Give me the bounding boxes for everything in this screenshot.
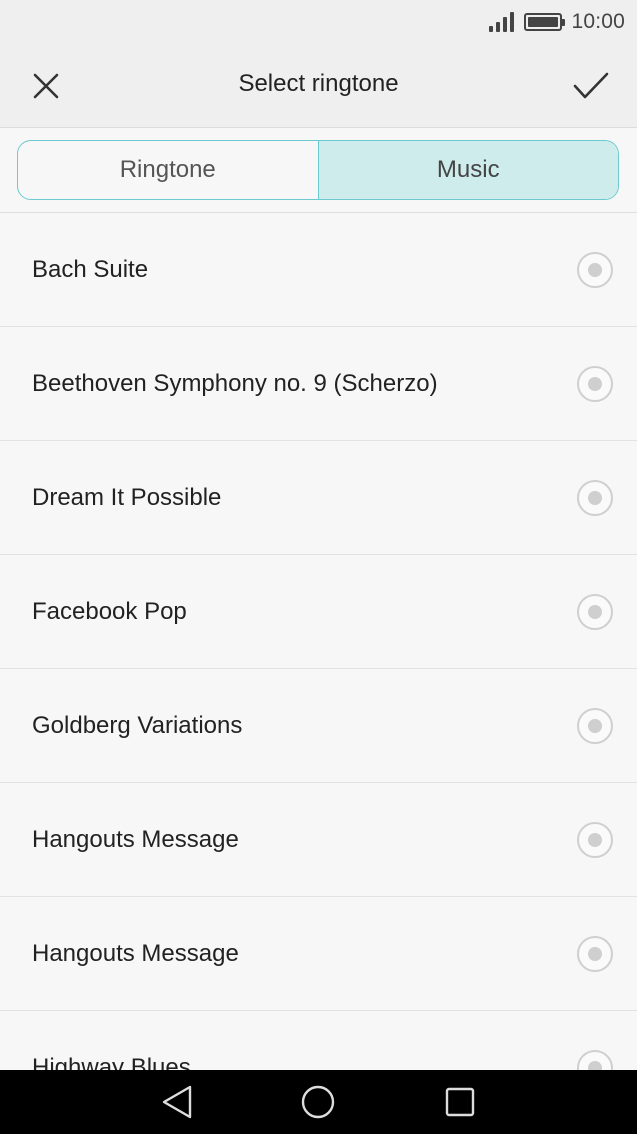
list-item[interactable]: Bach Suite: [0, 213, 637, 327]
list-item[interactable]: Beethoven Symphony no. 9 (Scherzo): [0, 327, 637, 441]
list-item-label: Bach Suite: [32, 255, 149, 283]
tab-group: Ringtone Music: [17, 140, 619, 200]
list-item-label: Highway Blues: [32, 1053, 191, 1071]
battery-icon: [524, 13, 566, 31]
list-item-label: Facebook Pop: [32, 597, 187, 625]
tab-ringtone[interactable]: Ringtone: [18, 141, 318, 199]
list-item-label: Hangouts Message: [32, 825, 239, 853]
status-time: 10:00: [571, 10, 625, 33]
title-bar: Select ringtone: [0, 44, 637, 128]
page-title: Select ringtone: [238, 70, 399, 97]
status-bar: 10:00: [0, 0, 637, 44]
list-item[interactable]: Dream It Possible: [0, 441, 637, 555]
list-item[interactable]: Hangouts Message: [0, 897, 637, 1011]
radio-button[interactable]: [577, 821, 613, 858]
radio-button[interactable]: [577, 479, 613, 516]
back-button[interactable]: [157, 1082, 197, 1122]
list-item-label: Dream It Possible: [32, 483, 222, 511]
home-button[interactable]: [298, 1082, 338, 1122]
radio-button[interactable]: [577, 707, 613, 744]
list-item[interactable]: Facebook Pop: [0, 555, 637, 669]
recent-apps-button[interactable]: [440, 1082, 480, 1122]
back-icon: [162, 1085, 192, 1119]
tab-music[interactable]: Music: [317, 141, 618, 199]
radio-button[interactable]: [577, 1049, 613, 1070]
signal-icon: [489, 12, 515, 32]
list-item-label: Goldberg Variations: [32, 711, 243, 739]
radio-button[interactable]: [577, 251, 613, 288]
list-item[interactable]: Hangouts Message: [0, 783, 637, 897]
check-icon: [573, 72, 609, 99]
radio-button[interactable]: [577, 365, 613, 402]
list-item-label: Hangouts Message: [32, 939, 239, 967]
list-item-label: Beethoven Symphony no. 9 (Scherzo): [32, 369, 438, 397]
list-item[interactable]: Goldberg Variations: [0, 669, 637, 783]
ringtone-list[interactable]: Bach Suite Beethoven Symphony no. 9 (Sch…: [0, 213, 637, 1070]
recent-apps-icon: [445, 1087, 475, 1117]
list-item[interactable]: Highway Blues: [0, 1011, 637, 1070]
navigation-bar: [0, 1070, 637, 1134]
radio-button[interactable]: [577, 593, 613, 630]
home-icon: [301, 1085, 335, 1119]
radio-button[interactable]: [577, 935, 613, 972]
confirm-button[interactable]: [567, 62, 615, 110]
